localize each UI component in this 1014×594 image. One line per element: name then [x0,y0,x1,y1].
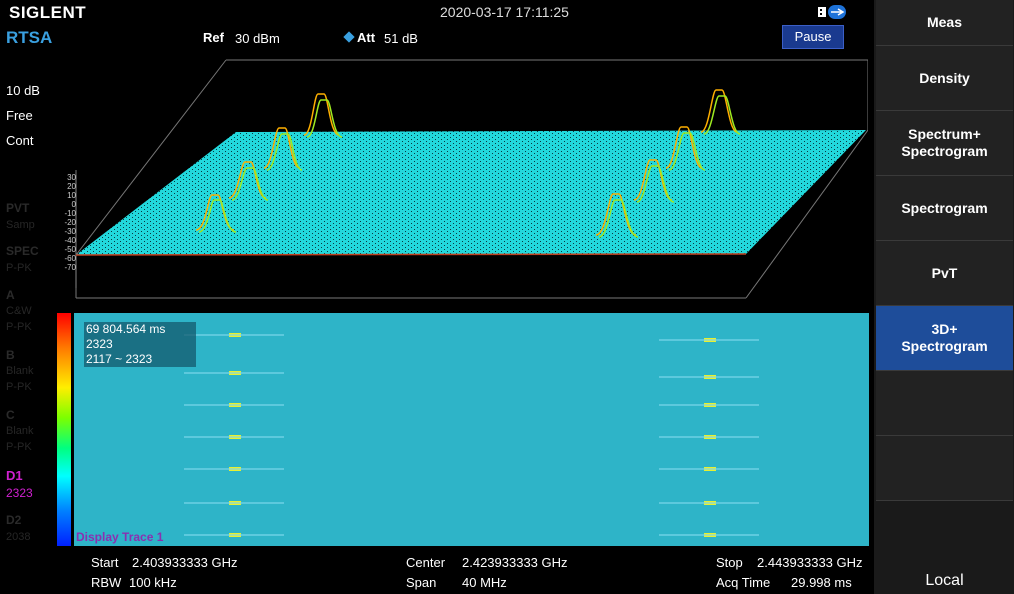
d1-value: 2323 [6,486,33,500]
trigger-mode[interactable]: Free [6,108,33,123]
softkey-empty-8[interactable] [876,436,1013,501]
y-tick-label: -70 [64,263,76,272]
stop-freq-label: Stop [716,555,743,570]
d2-label[interactable]: D2 [6,513,21,527]
y-tick-label: -60 [64,254,76,263]
trace-b-type: Blank [6,365,34,377]
y-tick-label: -40 [64,236,76,245]
att-diamond-icon [343,31,355,43]
local-status[interactable]: Local [876,568,1013,594]
y-tick-label: 30 [67,173,76,182]
trace-c-mode: P-PK [6,441,32,453]
span-value[interactable]: 40 MHz [462,575,507,590]
softkey-pvt[interactable]: PvT [876,241,1013,306]
front-trace-line [75,253,747,256]
stop-freq-value[interactable]: 2.443933333 GHz [757,555,863,570]
attenuation-value[interactable]: 51 dB [384,31,418,46]
trace-a-type: C&W [6,305,32,317]
y-tick-label: -20 [64,218,76,227]
usb-icon [818,5,846,19]
span-label: Span [406,575,437,590]
center-freq-value[interactable]: 2.423933333 GHz [462,555,568,570]
marker-range: 2117 ~ 2323 [86,352,153,366]
d2-value: 2038 [6,531,31,543]
spec-mode: P-PK [6,262,32,274]
softkey-spectrum-spectrogram[interactable]: Spectrum+ Spectrogram [876,111,1013,176]
marker-time: 69 804.564 ms [86,322,166,336]
status-bar [0,0,874,24]
softkey-meas[interactable]: Meas [876,0,1013,46]
y-tick-label: -30 [64,227,76,236]
trace-b-mode: P-PK [6,381,32,393]
y-tick-label: -10 [64,209,76,218]
marker-readout: 69 804.564 ms 2323 2117 ~ 2323 [84,322,196,367]
3d-spectrum-view[interactable] [56,50,868,302]
brand-logo: SIGLENT [9,3,87,22]
trace-b-label[interactable]: B [6,348,15,362]
pause-button[interactable]: Pause [782,25,844,49]
trace-a-label[interactable]: A [6,288,15,302]
scale-per-div[interactable]: 10 dB [6,83,40,98]
softkey-spectrogram[interactable]: Spectrogram [876,176,1013,241]
y-tick-label: 0 [71,200,76,209]
spectrogram-traces [184,333,759,537]
trace-a-mode: P-PK [6,321,32,333]
trace-c-type: Blank [6,425,34,437]
y-tick-label: 20 [67,182,76,191]
datetime: 2020-03-17 17:11:25 [440,4,569,20]
softkey-empty-7[interactable] [876,371,1013,436]
noise-floor-plane [76,130,866,255]
marker-trace: 2323 [86,337,113,351]
d1-label[interactable]: D1 [6,468,23,483]
y-tick-label: -50 [64,245,76,254]
ref-level-value[interactable]: 30 dBm [235,31,280,46]
pvt-mode: Samp [6,219,35,231]
spec-label: SPEC [6,244,39,258]
rbw-label: RBW [91,575,122,590]
start-freq-label: Start [91,555,119,570]
sweep-mode[interactable]: Cont [6,133,33,148]
acq-time-value[interactable]: 29.998 ms [791,575,852,590]
acq-time-label: Acq Time [716,575,771,590]
softkey-3d-spectrogram[interactable]: 3D+ Spectrogram [876,306,1013,371]
softkey-density[interactable]: Density [876,46,1013,111]
trace-c-label[interactable]: C [6,408,15,422]
pvt-label: PVT [6,201,30,215]
rbw-value[interactable]: 100 kHz [129,575,177,590]
mode-title: RTSA [6,28,53,47]
start-freq-value[interactable]: 2.403933333 GHz [132,555,238,570]
display-trace-label: Display Trace 1 [76,530,164,544]
center-freq-label: Center [406,555,446,570]
color-scale-bar [57,313,71,546]
ref-level-label: Ref [203,30,224,45]
y-axis-ticks: 30 20 10 0 -10 -20 -30 -40 -50 -60 -70 [56,173,76,272]
y-tick-label: 10 [67,191,76,200]
attenuation-label: Att [357,30,376,45]
